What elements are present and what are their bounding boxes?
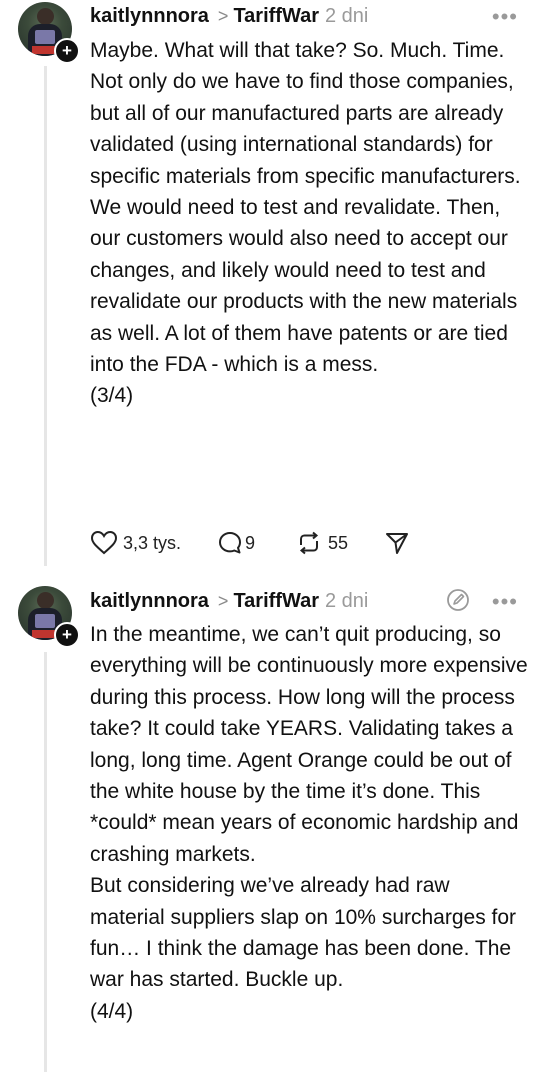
like-button[interactable]: 3,3 tys. <box>90 530 181 556</box>
like-count: 3,3 tys. <box>123 532 182 553</box>
post-body: Maybe. What will that take? So. Much. Ti… <box>90 35 530 412</box>
post-header: kaitlynnnora > TariffWar 2 dni <box>90 1 368 31</box>
more-options-icon[interactable]: ••• <box>492 589 518 615</box>
timestamp: 2 dni <box>325 589 369 612</box>
more-options-icon[interactable]: ••• <box>492 4 518 30</box>
send-icon <box>386 533 409 554</box>
avatar-wrap: + <box>18 2 80 64</box>
repost-button[interactable]: 55 <box>295 530 348 556</box>
post-actions: 3,3 tys. 9 55 <box>90 530 410 556</box>
username[interactable]: kaitlynnnora <box>90 590 209 613</box>
thread-line <box>44 66 47 566</box>
username[interactable]: kaitlynnnora <box>90 5 209 28</box>
follow-plus-icon[interactable]: + <box>54 38 80 64</box>
post-paragraph: (4/4) <box>90 999 134 1023</box>
post-paragraph: But considering we’ve already had raw ma… <box>90 874 517 992</box>
timestamp: 2 dni <box>325 4 369 27</box>
post-paragraph: Maybe. What will that take? So. Much. Ti… <box>90 39 505 62</box>
edit-icon[interactable] <box>446 588 470 612</box>
follow-plus-icon[interactable]: + <box>54 622 80 648</box>
reply-button[interactable]: 9 <box>217 530 255 556</box>
post-paragraph: In the meantime, we can’t quit producing… <box>90 623 528 866</box>
heart-icon <box>90 530 118 555</box>
post-body: In the meantime, we can’t quit producing… <box>90 619 530 1027</box>
reply-count: 9 <box>245 532 256 553</box>
repost-count: 55 <box>328 532 349 553</box>
topic-tag[interactable]: TariffWar <box>233 5 319 28</box>
comment-icon <box>219 532 242 554</box>
chevron-right-icon: > <box>217 590 229 611</box>
chevron-right-icon: > <box>217 5 229 26</box>
repost-icon <box>300 531 319 555</box>
post-paragraph: (3/4) <box>90 384 134 408</box>
share-button[interactable] <box>384 530 410 556</box>
thread-line <box>44 652 47 1072</box>
avatar-wrap: + <box>18 586 80 648</box>
topic-tag[interactable]: TariffWar <box>233 590 319 613</box>
post-header: kaitlynnnora > TariffWar 2 dni <box>90 586 368 616</box>
post-paragraph: Not only do we have to find those compan… <box>90 70 521 377</box>
